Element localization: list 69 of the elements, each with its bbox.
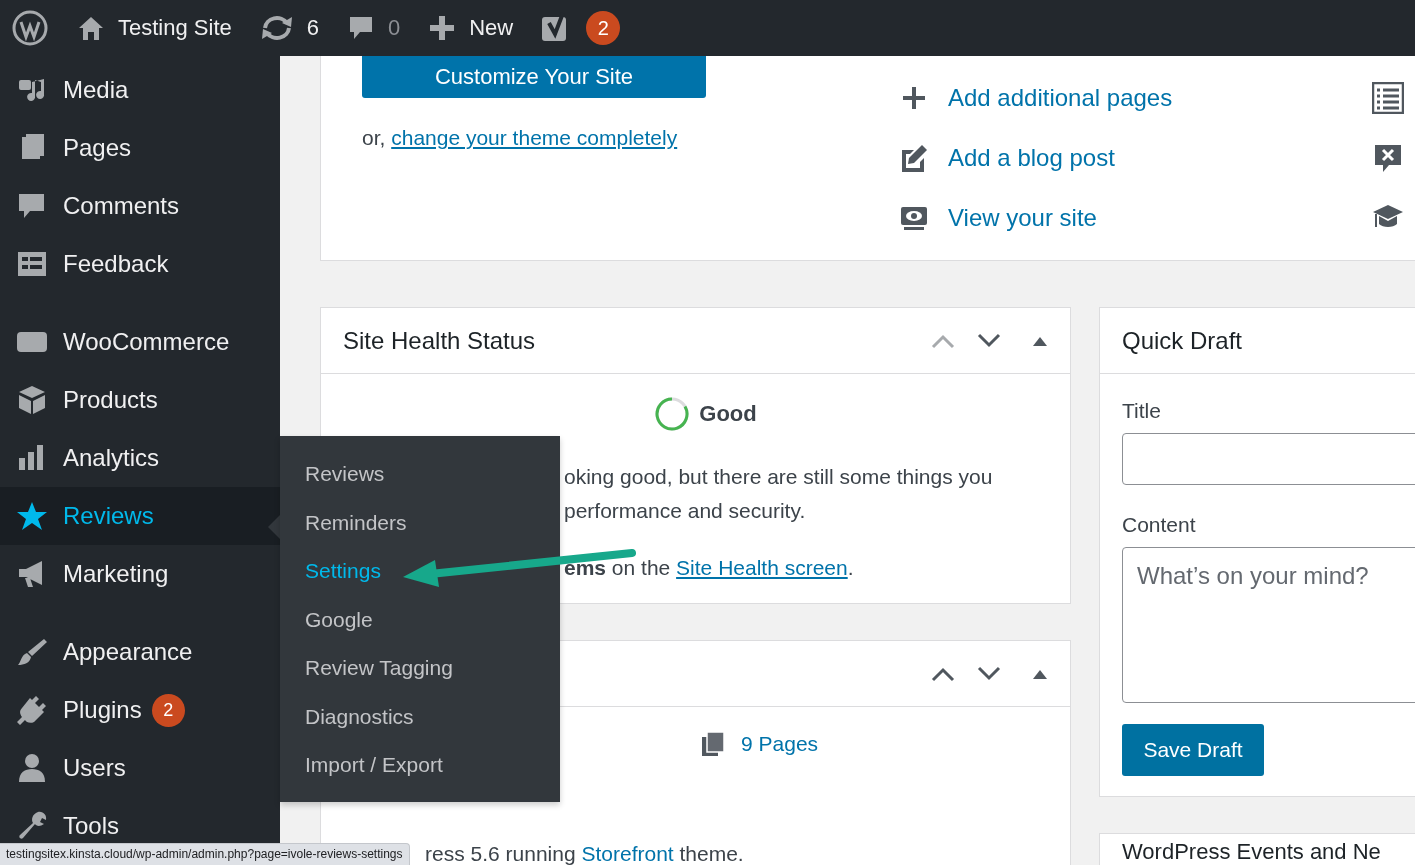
sidebar-item[interactable]: WooCommerce	[0, 313, 280, 371]
wrench-icon	[16, 810, 48, 842]
sidebar-item[interactable]: Users	[0, 739, 280, 797]
home-icon[interactable]	[77, 14, 105, 42]
star-icon	[16, 500, 48, 532]
customize-button[interactable]: Customize Your Site	[362, 56, 706, 98]
status-url-tooltip: testingsitex.kinsta.cloud/wp-admin/admin.php?page=ivole-reviews-settings	[0, 843, 410, 865]
field-label: Title	[1122, 399, 1161, 423]
sidebar-item[interactable]: Appearance	[0, 623, 280, 681]
site-name-link[interactable]: Testing Site	[118, 15, 232, 41]
sidebar-item[interactable]: Media	[0, 61, 280, 119]
submenu-item[interactable]: Settings	[280, 547, 560, 596]
sidebar-item[interactable]: Plugins 2	[0, 681, 280, 739]
quick-action-link[interactable]: Add a blog post	[948, 144, 1115, 172]
comment-x-icon[interactable]	[1372, 142, 1404, 174]
sidebar-item[interactable]: Feedback	[0, 235, 280, 293]
refresh-icon[interactable]	[259, 14, 294, 42]
pages-count-link[interactable]: 9 Pages	[741, 732, 819, 756]
sidebar-item[interactable]: Comments	[0, 177, 280, 235]
pages-icon	[701, 731, 725, 757]
comments-count[interactable]: 0	[388, 15, 401, 41]
pencil-note-icon	[900, 144, 928, 172]
site-health-link[interactable]: Site Health screen	[676, 556, 848, 579]
sidebar-item[interactable]: Marketing	[0, 545, 280, 603]
plus-icon[interactable]	[428, 14, 457, 42]
submenu-item[interactable]: Import / Export	[280, 741, 560, 790]
new-link[interactable]: New	[469, 15, 514, 41]
status-label: Good	[699, 401, 757, 427]
submenu-item[interactable]: Review Tagging	[280, 644, 560, 693]
quick-action-link[interactable]: Add additional pages	[948, 84, 1173, 112]
plug-icon	[16, 694, 48, 726]
wordpress-logo-icon[interactable]	[12, 10, 48, 46]
alt-text: or,	[362, 126, 386, 149]
health-message: oking good, but there are still some things you	[564, 464, 993, 490]
health-message: performance and security.	[564, 498, 806, 524]
panel-title: Quick Draft	[1122, 326, 1243, 355]
sidebar-item[interactable]: Analytics	[0, 429, 280, 487]
sidebar-item[interactable]: Products	[0, 371, 280, 429]
updates-count[interactable]: 6	[306, 15, 319, 41]
chevron-down-icon[interactable]	[977, 665, 1001, 682]
quick-action-link[interactable]: View your site	[948, 204, 1097, 232]
plus-icon	[900, 84, 928, 112]
submenu-item[interactable]: Reviews	[280, 450, 560, 499]
content-textarea[interactable]: What’s on your mind?	[1122, 547, 1415, 703]
list-icon[interactable]	[1372, 82, 1404, 114]
chevron-up-icon[interactable]	[931, 665, 955, 682]
change-theme-link[interactable]: change your theme completely	[391, 126, 678, 149]
theme-link[interactable]: Storefront	[581, 842, 674, 865]
triangle-up-icon[interactable]	[1033, 668, 1047, 679]
field-label: Content	[1122, 513, 1196, 537]
title-input[interactable]	[1122, 433, 1415, 485]
submenu-item[interactable]: Diagnostics	[280, 692, 560, 741]
triangle-up-icon[interactable]	[1033, 335, 1047, 346]
person-icon	[16, 752, 48, 784]
panel-title: Site Health Status	[343, 326, 536, 355]
count-badge: 2	[151, 693, 185, 727]
submenu-item[interactable]: Google	[280, 595, 560, 644]
chevron-down-icon[interactable]	[977, 332, 1001, 349]
sidebar-item[interactable]: Pages	[0, 119, 280, 177]
sidebar-item[interactable]: Reviews	[0, 487, 280, 545]
panel-title: WordPress Events and Ne	[1122, 839, 1382, 865]
health-footer-text: ems on the Site Health screen.	[564, 555, 854, 581]
save-draft-button[interactable]: Save Draft	[1122, 724, 1264, 776]
monitor-eye-icon	[900, 204, 928, 232]
box-icon	[16, 384, 48, 416]
notification-badge: 2	[586, 11, 621, 45]
submenu-item[interactable]: Reminders	[280, 498, 560, 547]
status-ring-icon	[654, 396, 691, 432]
brush-icon	[16, 636, 48, 668]
